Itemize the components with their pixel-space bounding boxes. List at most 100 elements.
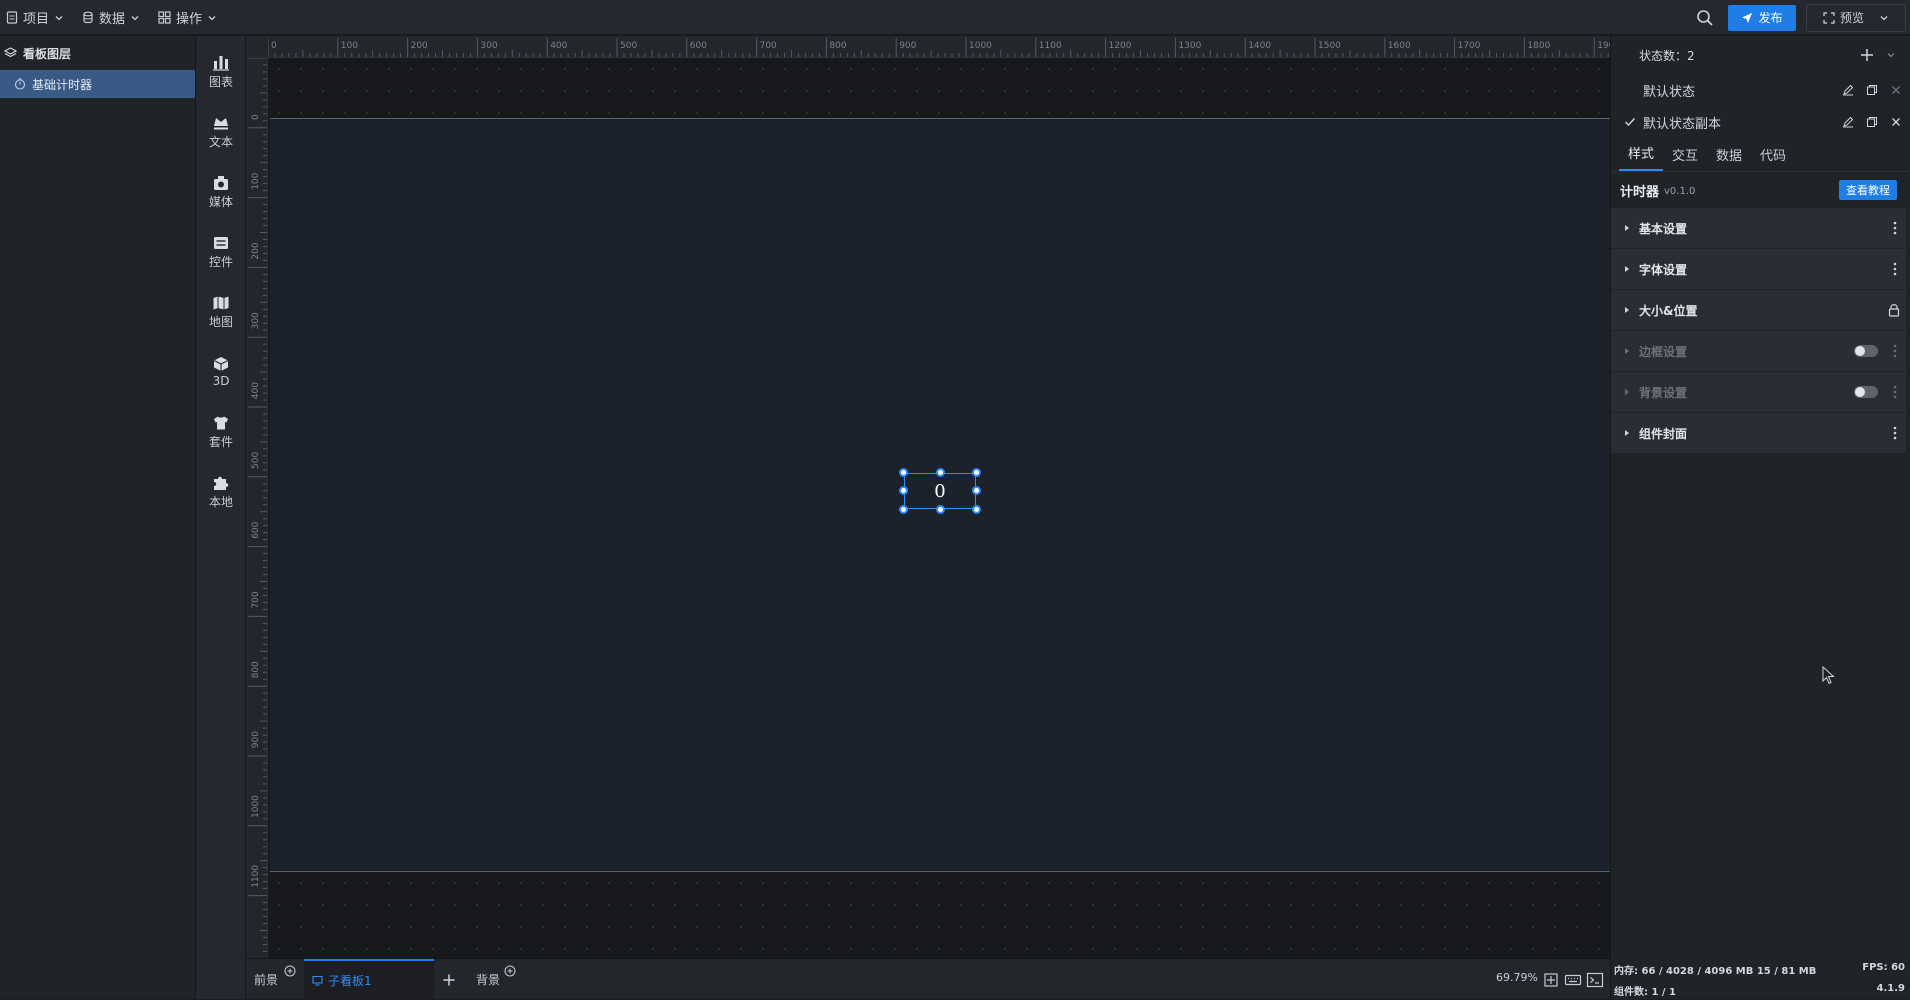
- publish-button[interactable]: 发布: [1728, 4, 1796, 31]
- component-version: v0.1.0: [1664, 185, 1696, 197]
- tool-suite-label: 套件: [208, 434, 233, 449]
- ruler-label: 400: [251, 382, 261, 399]
- chevron-down-icon[interactable]: [1886, 50, 1896, 60]
- ruler-label: 1000: [969, 41, 992, 51]
- ruler-label: 1200: [1109, 41, 1132, 51]
- resize-handle-se[interactable]: [972, 505, 981, 514]
- tab-foreground[interactable]: 前景: [254, 959, 278, 1000]
- menu-project-label: 项目: [23, 12, 50, 27]
- tool-local[interactable]: 本地: [196, 466, 246, 518]
- menu-data[interactable]: 数据: [82, 0, 140, 35]
- zoom-level[interactable]: 69.79%: [1496, 971, 1538, 984]
- vertical-ruler[interactable]: 0 100 200 300 400 500 600 700 800 900 1000 1100: [246, 58, 268, 958]
- timer-component[interactable]: 0: [899, 468, 981, 514]
- terminal-icon[interactable]: [1586, 971, 1604, 989]
- resize-handle-nw[interactable]: [899, 468, 908, 477]
- menu-project[interactable]: 项目: [6, 0, 64, 35]
- view-tutorial-button[interactable]: 查看教程: [1839, 180, 1897, 200]
- resize-handle-e[interactable]: [972, 486, 981, 495]
- more-vertical-icon[interactable]: [1892, 426, 1898, 440]
- timer-icon: [14, 78, 26, 90]
- border-toggle[interactable]: [1854, 345, 1878, 357]
- ruler-label: 600: [690, 41, 707, 51]
- more-vertical-icon[interactable]: [1892, 385, 1898, 399]
- caret-right-icon: [1623, 265, 1631, 273]
- edit-icon[interactable]: [1842, 84, 1854, 96]
- ruler-label: 1700: [1458, 41, 1481, 51]
- search-button[interactable]: [1690, 3, 1720, 33]
- ruler-label: 1600: [1388, 41, 1411, 51]
- state-item-label: 默认状态: [1643, 84, 1696, 100]
- add-state-icon[interactable]: [1860, 48, 1874, 62]
- ruler-label: 1300: [1178, 41, 1201, 51]
- tool-map[interactable]: 地图: [196, 286, 246, 338]
- resize-handle-ne[interactable]: [972, 468, 981, 477]
- state-item[interactable]: 默认状态副本: [1611, 106, 1910, 138]
- resize-handle-sw[interactable]: [899, 505, 908, 514]
- section-border-settings[interactable]: 边框设置: [1611, 331, 1906, 371]
- tab-interaction[interactable]: 交互: [1663, 145, 1707, 171]
- background-toggle[interactable]: [1854, 386, 1878, 398]
- resize-handle-n[interactable]: [936, 468, 945, 477]
- plus-icon: [442, 973, 456, 987]
- copy-icon[interactable]: [1866, 116, 1878, 128]
- tool-text[interactable]: 文本: [196, 106, 246, 158]
- tab-data[interactable]: 数据: [1707, 145, 1751, 171]
- fit-screen-icon[interactable]: [1542, 971, 1560, 989]
- tab-style[interactable]: 样式: [1619, 143, 1664, 171]
- close-icon[interactable]: [1890, 116, 1902, 128]
- more-vertical-icon[interactable]: [1892, 262, 1898, 276]
- property-tabs: 样式 交互 数据 代码: [1611, 140, 1910, 172]
- resize-handle-s[interactable]: [936, 505, 945, 514]
- component-toolbar: 图表 文本 媒体 控件 地图 3D 套件 本地: [196, 36, 246, 999]
- edit-icon[interactable]: [1842, 116, 1854, 128]
- copy-icon[interactable]: [1866, 84, 1878, 96]
- tab-code[interactable]: 代码: [1751, 145, 1795, 171]
- tool-controls[interactable]: 控件: [196, 226, 246, 278]
- section-component-cover[interactable]: 组件封面: [1611, 413, 1906, 453]
- add-foreground-icon[interactable]: [284, 965, 296, 977]
- shirt-icon: [212, 415, 230, 431]
- resize-handle-w[interactable]: [899, 486, 908, 495]
- menu-operation[interactable]: 操作: [158, 0, 217, 35]
- section-size-position[interactable]: 大小&位置: [1611, 290, 1906, 330]
- layer-item[interactable]: 基础计时器: [0, 70, 195, 98]
- section-background-settings[interactable]: 背景设置: [1611, 372, 1906, 412]
- chevron-down-icon: [207, 13, 217, 23]
- section-title: 大小&位置: [1639, 303, 1698, 318]
- section-basic-settings[interactable]: 基本设置: [1611, 208, 1906, 248]
- tool-3d[interactable]: 3D: [196, 346, 246, 398]
- board-area[interactable]: 0: [270, 118, 1610, 872]
- ruler-label: 1800: [1527, 41, 1550, 51]
- tab-background[interactable]: 背景: [476, 959, 500, 1000]
- more-vertical-icon[interactable]: [1892, 221, 1898, 235]
- tab-foreground-label: 前景: [254, 973, 279, 987]
- canvas[interactable]: 0: [268, 58, 1610, 958]
- keyboard-icon[interactable]: [1564, 971, 1582, 989]
- tool-suite[interactable]: 套件: [196, 406, 246, 458]
- mouse-cursor-icon: [1822, 666, 1836, 686]
- tool-chart[interactable]: 图表: [196, 46, 246, 98]
- section-font-settings[interactable]: 字体设置: [1611, 249, 1906, 289]
- database-icon: [82, 11, 94, 24]
- publish-label: 发布: [1758, 11, 1783, 25]
- lock-icon[interactable]: [1888, 303, 1900, 317]
- crown-text-icon: [212, 115, 230, 131]
- send-icon: [1741, 12, 1753, 24]
- tool-media[interactable]: 媒体: [196, 166, 246, 218]
- state-item[interactable]: 默认状态: [1611, 74, 1910, 106]
- search-icon: [1696, 9, 1714, 27]
- top-bar: 项目 数据 操作 发布 预览: [0, 0, 1910, 35]
- add-background-icon[interactable]: [504, 965, 516, 977]
- more-vertical-icon[interactable]: [1892, 344, 1898, 358]
- caret-right-icon: [1623, 306, 1631, 314]
- ruler-label: 500: [620, 41, 637, 51]
- chevron-down-icon: [54, 13, 64, 23]
- tool-media-label: 媒体: [208, 194, 233, 209]
- preview-button[interactable]: 预览: [1806, 3, 1906, 32]
- tab-subboard[interactable]: 子看板1: [304, 959, 434, 1000]
- horizontal-ruler[interactable]: 0 100 200 300 400 500 600 700 800 900 1000 1100 1200…: [268, 36, 1610, 58]
- media-icon: [212, 175, 230, 191]
- add-subboard-button[interactable]: [442, 959, 456, 1000]
- close-icon[interactable]: [1890, 84, 1902, 96]
